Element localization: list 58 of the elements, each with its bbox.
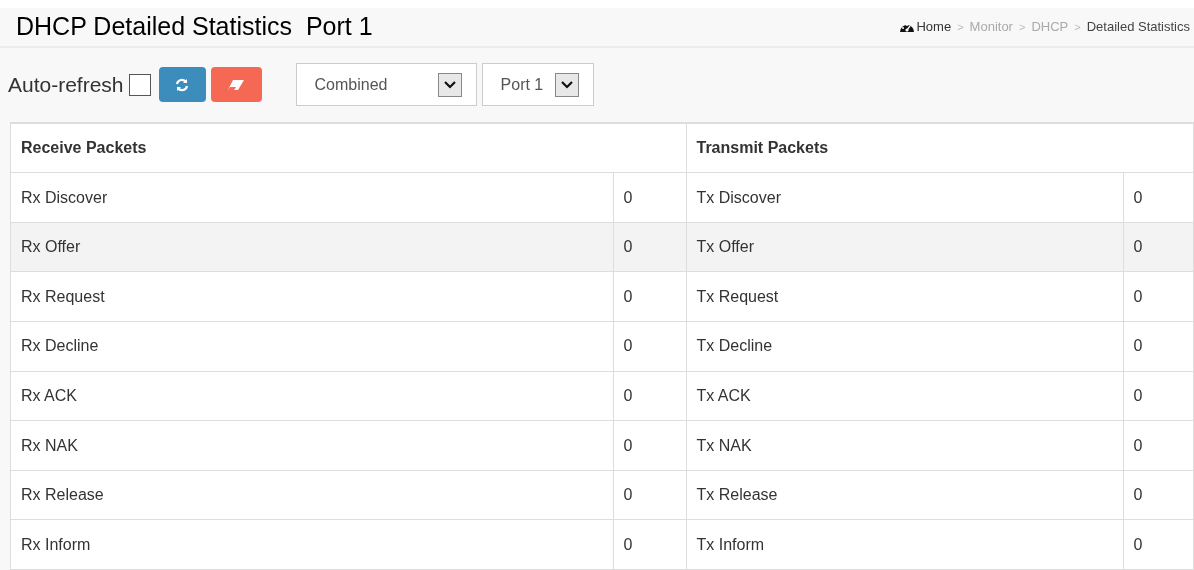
table-cell: Tx NAK: [686, 420, 1123, 471]
table-row[interactable]: Rx NAK 0 Tx NAK 0: [11, 420, 1194, 471]
table-cell: 0: [1123, 420, 1194, 471]
table-cell: Tx ACK: [686, 371, 1123, 421]
table-cell: Rx Inform: [11, 519, 613, 570]
table-cell: Rx NAK: [11, 420, 613, 471]
select-dropdown[interactable]: Combined: [295, 63, 477, 107]
page-title: DHCP Detailed Statistics Port 1: [16, 11, 373, 43]
table-cell: Rx Discover: [11, 172, 613, 223]
table-row[interactable]: Rx ACK 0 Tx ACK 0: [11, 371, 1194, 421]
clear-button[interactable]: [210, 67, 262, 103]
table-cell: Rx Release: [11, 470, 613, 520]
breadcrumb-separator: >: [1018, 19, 1026, 35]
table-row[interactable]: Rx Release 0 Tx Release 0: [11, 470, 1194, 520]
table-cell: 0: [1123, 519, 1194, 570]
auto-refresh-label: Auto-refresh: [8, 72, 124, 99]
caret-icon: [560, 80, 573, 89]
table-cell: 0: [613, 519, 686, 570]
table-cell: Rx Offer: [11, 222, 613, 272]
table-cell: Tx Decline: [686, 321, 1123, 372]
table-cell: Tx Request: [686, 271, 1123, 322]
table-cell: Rx Decline: [11, 321, 613, 372]
table-row[interactable]: Rx Offer 0 Tx Offer 0: [11, 222, 1194, 272]
column-header: Receive Packets: [11, 123, 686, 173]
table-cell: Tx Release: [686, 470, 1123, 520]
auto-refresh-checkbox[interactable]: [128, 73, 151, 96]
refresh-icon: [174, 76, 191, 93]
table-cell: 0: [1123, 321, 1194, 372]
column-header: Transmit Packets: [686, 123, 1194, 173]
table-cell: 0: [613, 271, 686, 322]
table-row[interactable]: Rx Inform 0 Tx Inform 0: [11, 519, 1194, 570]
table-cell: Tx Offer: [686, 222, 1123, 272]
table-cell: 0: [613, 420, 686, 471]
table-cell: 0: [1123, 470, 1194, 520]
table-cell: Tx Discover: [686, 172, 1123, 223]
table-cell: 0: [613, 321, 686, 372]
select-dropdown[interactable]: Port 1: [481, 63, 594, 107]
table-cell: 0: [1123, 271, 1194, 322]
table-row[interactable]: Rx Decline 0 Tx Decline 0: [11, 321, 1194, 372]
table-cell: Rx ACK: [11, 371, 613, 421]
table-cell: Rx Request: [11, 271, 613, 322]
table-cell: 0: [613, 222, 686, 272]
table-row[interactable]: Rx Discover 0 Tx Discover 0: [11, 172, 1194, 223]
breadcrumb-separator: >: [1074, 19, 1081, 35]
table-cell: 0: [613, 172, 686, 223]
table-row[interactable]: Rx Request 0 Tx Request 0: [11, 271, 1194, 322]
eraser-icon: [227, 78, 246, 91]
table-cell: 0: [1123, 371, 1194, 421]
breadcrumb-separator: >: [957, 19, 964, 35]
table-cell: Tx Inform: [686, 519, 1123, 570]
table-cell: 0: [613, 371, 686, 421]
table-cell: 0: [1123, 172, 1194, 223]
caret-icon: [443, 80, 456, 89]
table-cell: 0: [613, 470, 686, 520]
refresh-button[interactable]: [158, 67, 206, 103]
breadcrumb-link[interactable]: Home: [899, 17, 952, 37]
breadcrumb-link[interactable]: Detailed Statistics: [1086, 17, 1190, 37]
table-cell: 0: [1123, 222, 1194, 272]
